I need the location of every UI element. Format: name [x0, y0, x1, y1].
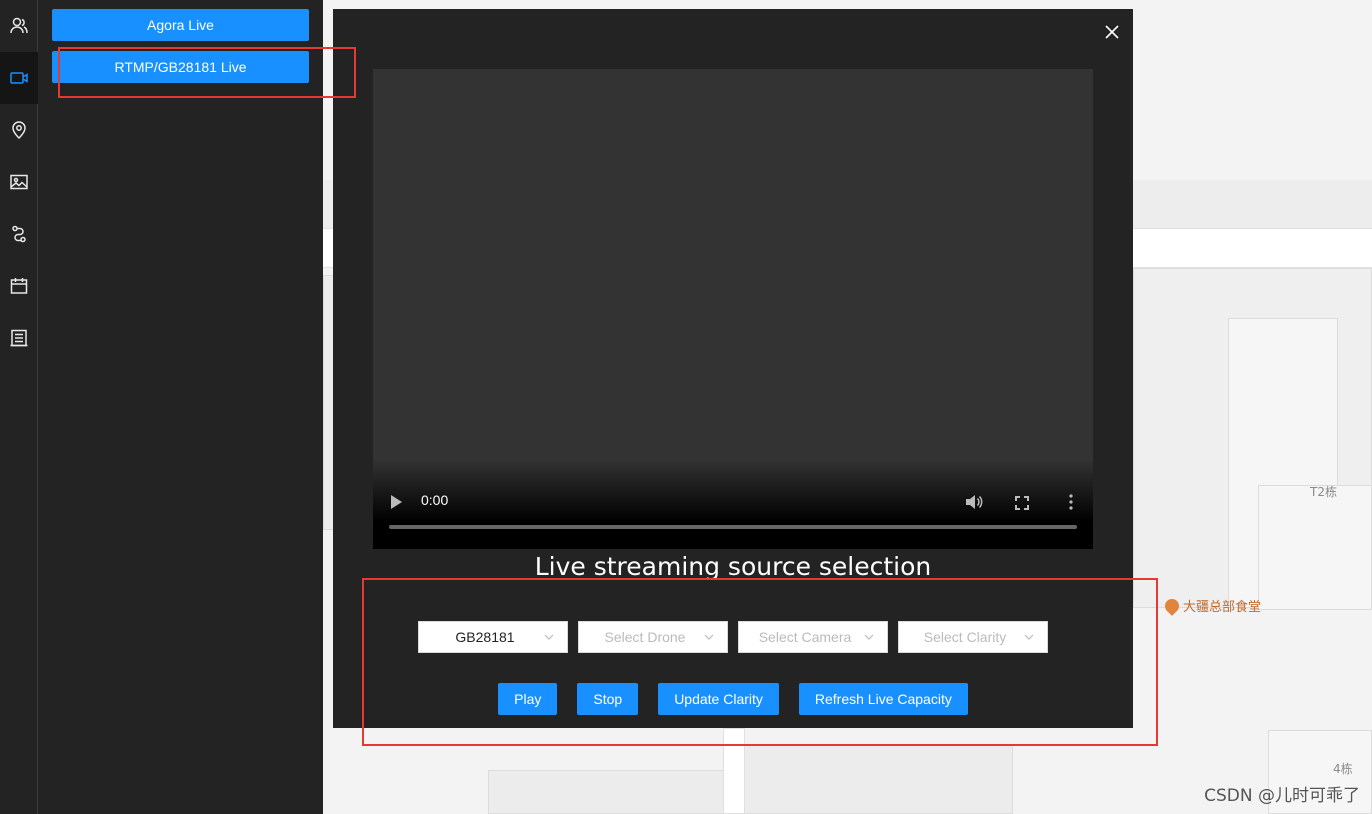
- poi-label: 大疆总部食堂: [1183, 600, 1262, 615]
- list-icon: [10, 329, 28, 347]
- watermark: CSDN @儿时可乖了: [1204, 786, 1360, 806]
- rail-media[interactable]: [0, 156, 38, 208]
- rail-map[interactable]: [0, 104, 38, 156]
- play-icon[interactable]: [391, 495, 402, 509]
- location-pin-icon: [12, 121, 26, 140]
- route-icon: [12, 225, 26, 243]
- video-progress-bar[interactable]: [389, 525, 1077, 529]
- map-label-4: 4栋: [1333, 762, 1353, 776]
- map-block: [488, 770, 728, 814]
- video-player[interactable]: 0:00: [373, 69, 1093, 549]
- video-camera-icon: [10, 72, 28, 84]
- image-icon: [10, 174, 28, 190]
- calendar-icon: [10, 278, 28, 294]
- highlight-box-rtmp: [58, 47, 356, 98]
- poi-pin-icon: [1162, 595, 1182, 616]
- agora-live-button[interactable]: Agora Live: [52, 9, 309, 41]
- video-time: 0:00: [421, 492, 449, 508]
- modal-title: Live streaming source selection: [534, 552, 932, 581]
- highlight-box-controls: [362, 578, 1158, 746]
- volume-icon[interactable]: [965, 494, 983, 510]
- rail-wayline[interactable]: [0, 208, 38, 260]
- rail-users[interactable]: [0, 0, 38, 52]
- rail-livestream[interactable]: [0, 52, 38, 104]
- map-poi[interactable]: 大疆总部食堂: [1162, 595, 1262, 616]
- more-options-icon[interactable]: [1069, 494, 1073, 510]
- icon-rail: [0, 0, 38, 814]
- livestream-panel: Agora Live RTMP/GB28181 Live: [38, 0, 323, 814]
- close-button[interactable]: [1101, 21, 1123, 43]
- rail-list[interactable]: [0, 312, 38, 364]
- users-icon: [10, 17, 28, 34]
- map-label-t2: T2栋: [1310, 485, 1337, 499]
- video-controls: [373, 459, 1093, 549]
- fullscreen-icon[interactable]: [1015, 496, 1029, 510]
- close-icon: [1105, 25, 1119, 39]
- rail-tasks[interactable]: [0, 260, 38, 312]
- map-block: [743, 745, 1013, 814]
- map-block: [1258, 485, 1372, 610]
